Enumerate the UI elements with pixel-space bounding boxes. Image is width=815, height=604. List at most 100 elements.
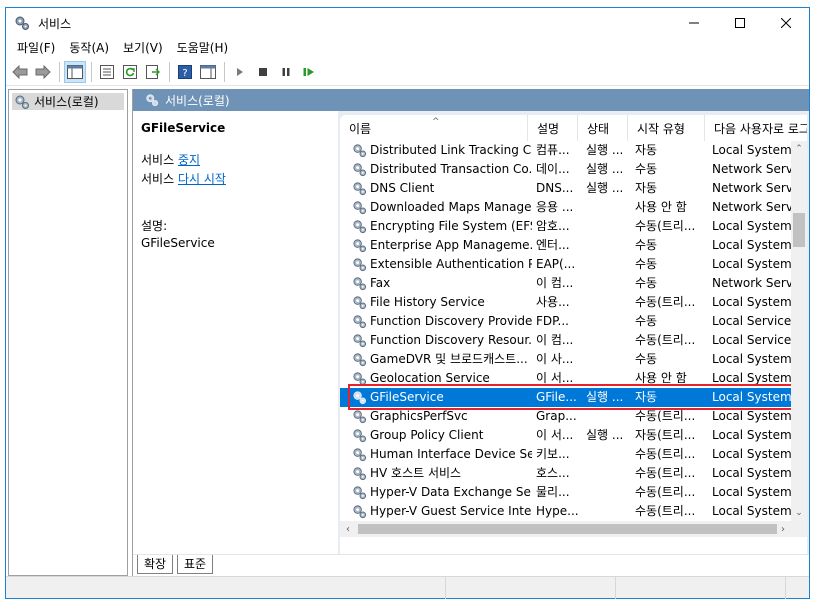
start-service-button[interactable]	[229, 61, 251, 83]
services-gear-icon	[146, 94, 159, 107]
service-name-cell: Function Discovery Resour...	[352, 331, 532, 350]
scroll-down-icon[interactable]: ⌄	[791, 505, 807, 521]
close-button[interactable]	[763, 8, 809, 38]
service-startup-cell: 수동(트리...	[635, 504, 696, 518]
vertical-scroll-thumb[interactable]	[793, 213, 805, 247]
back-button[interactable]	[9, 61, 31, 83]
service-description-cell: 이 사...	[536, 352, 574, 366]
horizontal-scroll-thumb[interactable]	[358, 524, 777, 534]
service-startup-cell: 자동	[635, 143, 658, 157]
table-row[interactable]: Human Interface Device Se... 키보... 수동(트리..…	[340, 445, 791, 464]
table-row[interactable]: Enterprise App Manageme... 엔터... 수동 Local S…	[340, 236, 791, 255]
table-row-selected[interactable]: GFileService GFile... 실행 ... 자동 Local System	[340, 388, 791, 407]
table-row[interactable]: GraphicsPerfSvc Grap... 수동(트리... Local Syst…	[340, 407, 791, 426]
details-pane: 서비스(로컬) GFileService 서비스 중지 서비스 다시 시작 설명…	[132, 89, 809, 576]
service-status-cell	[586, 483, 630, 502]
toolbar-separator	[91, 61, 92, 82]
show-hide-console-tree-icon	[67, 64, 83, 79]
menu-file[interactable]: 파일(F)	[10, 38, 62, 58]
service-gear-icon	[353, 486, 367, 500]
services-window: 서비스 파일(F) 동작(A) 보기(V) 도움말(H) ? 서비스(로컬) 서…	[5, 7, 810, 599]
vertical-scrollbar[interactable]: ⌃ ⌄	[791, 141, 807, 521]
pause-service-button[interactable]	[275, 61, 297, 83]
column-header-name[interactable]: 이름 ^	[340, 115, 528, 141]
column-label: 설명	[537, 122, 560, 136]
service-description-cell: EAP(...	[536, 257, 576, 271]
table-row[interactable]: Hyper-V Data Exchange Se... 물리... 수동(트리...…	[340, 483, 791, 502]
table-row[interactable]: Distributed Link Tracking C... 컴퓨... 실행 ..…	[340, 141, 791, 160]
table-row[interactable]: HV 호스트 서비스 호스... 수동(트리... Local System	[340, 464, 791, 483]
service-logon-cell: Local System	[712, 371, 791, 385]
table-row[interactable]: DNS Client DNS... 실행 ... 자동 Network Service	[340, 179, 791, 198]
minimize-button[interactable]	[671, 8, 717, 38]
menu-bar: 파일(F) 동작(A) 보기(V) 도움말(H)	[6, 38, 809, 58]
menu-view[interactable]: 보기(V)	[116, 38, 170, 58]
tree-item-services-local[interactable]: 서비스(로컬)	[12, 93, 124, 110]
table-row[interactable]: Fax 이 컴... 수동 Network Service	[340, 274, 791, 293]
properties-button[interactable]	[96, 61, 118, 83]
service-name-cell: DNS Client	[352, 179, 532, 198]
service-name-cell: Downloaded Maps Manager	[352, 198, 532, 217]
horizontal-scrollbar[interactable]: ‹ ›	[340, 521, 807, 537]
table-row[interactable]: Function Discovery Resour... 이 컴... 수동(트리.…	[340, 331, 791, 350]
service-name-cell: Encrypting File System (EFS)	[352, 217, 532, 236]
svg-text:?: ?	[182, 68, 187, 79]
service-gear-icon	[353, 391, 367, 405]
export-list-button[interactable]	[142, 61, 164, 83]
stop-service-link[interactable]: 중지	[178, 153, 200, 167]
tab-standard[interactable]: 표준	[177, 555, 214, 574]
column-header-logon-as[interactable]: 다음 사용자로 로그온	[705, 115, 807, 141]
tab-extended[interactable]: 확장	[137, 555, 174, 574]
service-description-cell: DNS...	[536, 181, 574, 195]
service-status-cell	[586, 312, 630, 331]
column-header-status[interactable]: 상태	[578, 115, 628, 141]
table-row[interactable]: Function Discovery Provide... FDP... 수동 Loc…	[340, 312, 791, 331]
service-logon-cell: Network Service	[712, 200, 791, 214]
title-bar[interactable]: 서비스	[6, 8, 809, 38]
column-header-startup-type[interactable]: 시작 유형	[628, 115, 705, 141]
column-label: 다음 사용자로 로그온	[714, 122, 807, 136]
scroll-left-icon[interactable]: ‹	[340, 521, 356, 537]
service-logon-cell: Network Service	[712, 276, 791, 290]
scroll-right-icon[interactable]: ›	[775, 521, 791, 537]
table-row[interactable]: Group Policy Client 이 서... 실행 ... 자동(트리... L…	[340, 426, 791, 445]
pause-service-icon	[282, 67, 290, 76]
service-description-cell: Hype...	[536, 504, 579, 518]
minimize-icon	[689, 22, 699, 24]
help-button[interactable]: ?	[174, 61, 196, 83]
service-status-cell	[586, 198, 630, 217]
service-status-cell	[586, 293, 630, 312]
table-row[interactable]: Extensible Authentication P... EAP(... 수동 L…	[340, 255, 791, 274]
refresh-button[interactable]	[119, 61, 141, 83]
table-row[interactable]: Distributed Transaction Co... 데이... 실행 ...…	[340, 160, 791, 179]
restart-service-link[interactable]: 다시 시작	[178, 172, 226, 186]
service-status-cell	[586, 331, 630, 350]
table-row[interactable]: Hyper-V Guest Service Inte... Hype... 수동(트…	[340, 502, 791, 521]
services-list: 이름 ^ 설명 상태 시작 유형 다음 사용자로 로그 Distributed …	[340, 115, 807, 554]
stop-service-button[interactable]	[252, 61, 274, 83]
table-row[interactable]: Downloaded Maps Manager 응용 ... 사용 안 함 Netwo…	[340, 198, 791, 217]
service-name-cell: Human Interface Device Se...	[352, 445, 532, 464]
table-row[interactable]: Geolocation Service 이 서... 사용 안 함 Local Sys…	[340, 369, 791, 388]
service-logon-cell: Local System	[712, 257, 791, 271]
table-row[interactable]: Encrypting File System (EFS) 암호... 수동(트리..…	[340, 217, 791, 236]
column-header-description[interactable]: 설명	[528, 115, 578, 141]
service-name-cell: Enterprise App Manageme...	[352, 236, 532, 255]
service-status-cell	[586, 255, 630, 274]
maximize-button[interactable]	[717, 8, 763, 38]
menu-help[interactable]: 도움말(H)	[170, 38, 236, 58]
restart-service-line: 서비스 다시 시작	[141, 170, 330, 187]
panel-header: 서비스(로컬)	[133, 89, 809, 111]
restart-service-button[interactable]	[298, 61, 320, 83]
refresh-icon	[123, 64, 137, 79]
show-hide-console-tree-button[interactable]	[64, 60, 86, 83]
menu-action[interactable]: 동작(A)	[62, 38, 116, 58]
service-gear-icon	[353, 505, 367, 519]
forward-button[interactable]	[32, 61, 54, 83]
scroll-up-icon[interactable]: ⌃	[791, 141, 807, 157]
show-action-pane-button[interactable]	[197, 61, 219, 83]
table-row[interactable]: File History Service 사용... 수동(트리... Local S…	[340, 293, 791, 312]
export-list-icon	[146, 64, 160, 79]
service-gear-icon	[353, 353, 367, 367]
table-row[interactable]: GameDVR 및 브로드캐스트... 이 사... 수동 Local System	[340, 350, 791, 369]
